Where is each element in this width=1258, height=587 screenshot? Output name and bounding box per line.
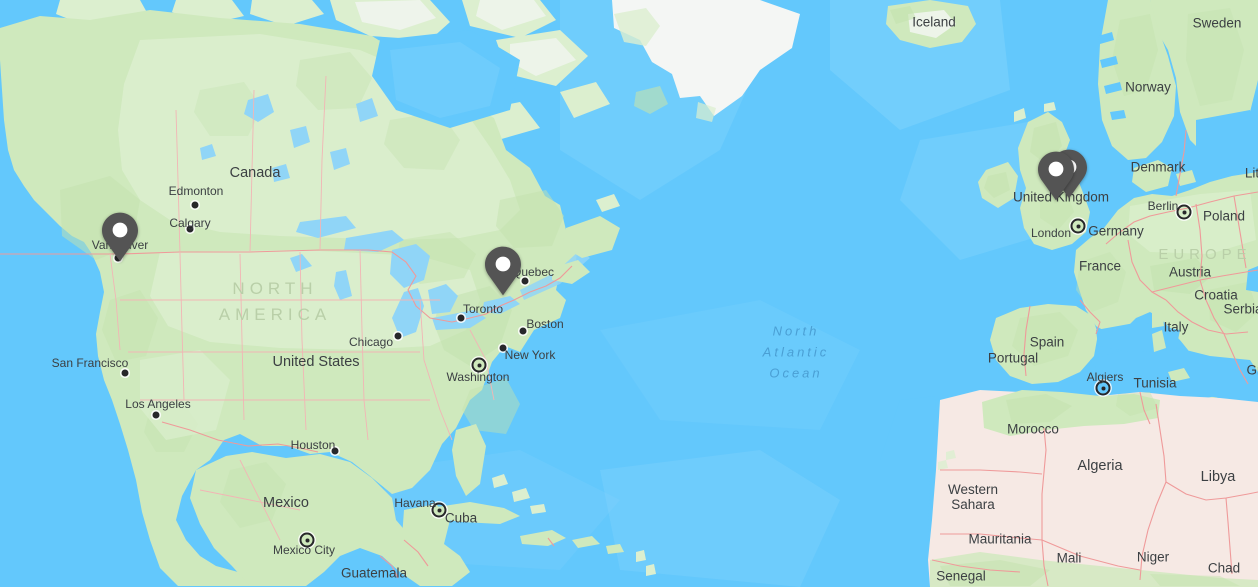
marker-uk-front[interactable]	[1036, 150, 1076, 202]
city-dot-edmonton	[191, 201, 199, 209]
city-dot-new-york	[499, 344, 507, 352]
capital-dot-london	[1070, 218, 1086, 234]
capital-dot-berlin	[1176, 204, 1192, 220]
map-geography: .ln{fill:#cfe9bd;} .ln2{fill:#dcefcf;} .…	[0, 0, 1258, 587]
capital-dot-mexico-city	[299, 532, 315, 548]
capital-dot-havana	[431, 502, 447, 518]
city-dot-chicago	[394, 332, 402, 340]
map-canvas[interactable]: .ln{fill:#cfe9bd;} .ln2{fill:#dcefcf;} .…	[0, 0, 1258, 587]
city-dot-houston	[331, 447, 339, 455]
capital-dot-algiers	[1095, 380, 1111, 396]
city-dot-los-angeles	[152, 411, 160, 419]
city-dot-calgary	[186, 225, 194, 233]
city-dot-boston	[519, 327, 527, 335]
city-dot-san-francisco	[121, 369, 129, 377]
marker-toronto[interactable]	[483, 245, 523, 297]
marker-vancouver[interactable]	[100, 211, 140, 263]
city-dot-toronto	[457, 314, 465, 322]
capital-dot-washington	[471, 357, 487, 373]
